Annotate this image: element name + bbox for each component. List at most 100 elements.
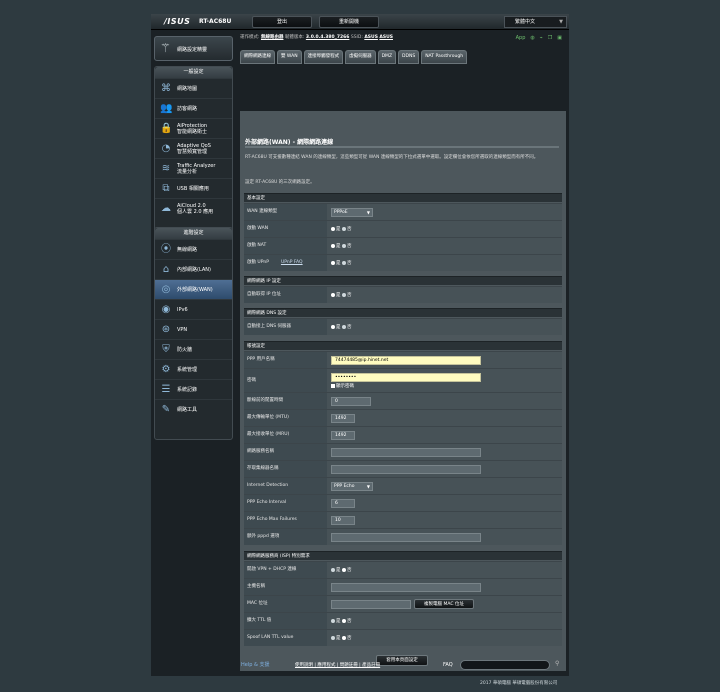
faq-search-input[interactable]: [460, 660, 550, 670]
ppp-user-input[interactable]: 74474485@ip.hinet.net: [331, 356, 481, 365]
advanced-menu: 進階設定 ⦿ 無線網路 ⌂ 內部網路(LAN) ◎ 外部網路(WAN) ◉ IPv6 ⊛ VPN ⛨…: [154, 227, 233, 440]
wan-type-value: PPPoE: [334, 210, 348, 215]
copy-icon[interactable]: ❐: [548, 32, 552, 44]
sidebar-general-item[interactable]: ⌘ 網路地圖: [155, 78, 232, 98]
row-echo-failures: PPP Echo Max Failures 10: [244, 511, 562, 528]
idle-input[interactable]: 0: [331, 397, 371, 406]
wan-type-select[interactable]: PPPoE ▼: [331, 208, 373, 217]
mtu-input[interactable]: 1492: [331, 414, 355, 423]
sidebar-advanced-item-label: 外部網路(WAN): [177, 286, 213, 293]
spoof-ttl-radio[interactable]: 是 否: [331, 634, 351, 643]
search-icon[interactable]: ⚲: [555, 660, 559, 667]
magic-wand-icon: ⚚: [160, 41, 171, 55]
sidebar-advanced-item[interactable]: ✎ 網路工具: [155, 399, 232, 419]
echo-failures-input[interactable]: 10: [331, 516, 355, 525]
sidebar-general-item[interactable]: 🔒 AiProtection 智能網路衛士: [155, 118, 232, 138]
password-input[interactable]: ••••••••: [331, 373, 481, 382]
tab-item[interactable]: 虛擬伺服器: [345, 50, 376, 64]
internet-detection-select[interactable]: PPP Echo ▼: [331, 482, 373, 491]
globe-icon[interactable]: ◍: [530, 32, 534, 44]
sidebar-general-item-label: 訪客網路: [177, 105, 198, 112]
tab-item[interactable]: NAT Passthrough: [421, 50, 468, 64]
mac-input[interactable]: [331, 600, 411, 609]
show-password-checkbox[interactable]: 顯示密碼: [331, 383, 354, 389]
enable-wan-radio[interactable]: 是 否: [331, 225, 351, 234]
sidebar-advanced-item[interactable]: ◎ 外部網路(WAN): [155, 279, 232, 299]
section-isp: 網際網路服務商 (ISP) 特別需求: [244, 551, 562, 560]
pppd-input[interactable]: [331, 533, 481, 542]
clone-mac-button[interactable]: 複製電腦 MAC 位址: [414, 599, 474, 609]
row-mtu: 最大傳輸單位 (MTU) 1492: [244, 409, 562, 426]
auto-ip-radio[interactable]: 是 否: [331, 291, 351, 300]
row-spoof-ttl: Spoof LAN TTL value 是 否: [244, 629, 562, 646]
chevron-down-icon: ▼: [559, 19, 563, 25]
no-label: 否: [346, 227, 352, 232]
yes-label: 是: [336, 293, 341, 298]
wan-icon: ◎: [161, 284, 171, 295]
sidebar-general-item[interactable]: ⧉ USB 相關應用: [155, 178, 232, 198]
host-name-input[interactable]: [331, 583, 481, 592]
row-wan-type: WAN 連線類型 PPPoE ▼: [244, 203, 562, 220]
logout-button[interactable]: 登出: [252, 16, 312, 28]
sidebar-general-item[interactable]: ◔ Adaptive QoS 智慧頻寬管理: [155, 138, 232, 158]
mtu-label: 最大傳輸單位 (MTU): [244, 410, 327, 426]
reboot-button[interactable]: 重新開機: [319, 16, 379, 28]
ssid-24g[interactable]: ASUS: [364, 35, 378, 40]
radio-icon: [341, 567, 346, 572]
upnp-faq-link[interactable]: UPnP FAQ: [281, 260, 303, 265]
vpn-dhcp-radio[interactable]: 是 否: [331, 566, 351, 575]
usb-icon[interactable]: ⌁: [540, 32, 543, 44]
mru-input[interactable]: 1492: [331, 431, 355, 440]
echo-interval-input[interactable]: 6: [331, 499, 355, 508]
ssid-5g[interactable]: ASUS: [379, 35, 393, 40]
echo-interval-label: PPP Echo Interval: [244, 495, 327, 511]
section-basic: 基本設定: [244, 193, 562, 202]
sidebar-advanced-item[interactable]: ☰ 系統記錄: [155, 379, 232, 399]
status-icons: App ◍ ⌁ ❐ ▣: [516, 32, 562, 44]
footer-links[interactable]: 使用說明 | 應用程式 | 問題註冊 | 產品註冊: [295, 662, 380, 668]
tab-item[interactable]: DDNS: [398, 50, 420, 64]
auto-dns-radio[interactable]: 是 否: [331, 323, 351, 332]
service-name-input[interactable]: [331, 448, 481, 457]
row-mru: 最大接收單位 (MRU) 1492: [244, 426, 562, 443]
enable-wan-label: 啟動 WAN: [244, 221, 327, 237]
radio-icon: [341, 635, 346, 640]
sidebar-advanced-item-label: VPN: [177, 326, 188, 333]
tab-item[interactable]: 雙 WAN: [277, 50, 302, 64]
general-menu: 一般設定 ⌘ 網路地圖 👥 訪客網路 🔒 AiProtection 智能網路衛士 ◔ Adap…: [154, 66, 233, 238]
enable-upnp-label: 啟動 UPnP UPnP FAQ: [244, 255, 327, 271]
tab-item[interactable]: DMZ: [377, 50, 397, 64]
enable-upnp-radio[interactable]: 是 否: [331, 259, 351, 268]
sidebar-advanced-item[interactable]: ⛨ 防火牆: [155, 339, 232, 359]
app-label[interactable]: App: [516, 32, 526, 44]
chevron-down-icon: ▼: [366, 484, 370, 489]
firmware-label: 韌體版本:: [284, 35, 305, 40]
radio-icon: [341, 260, 346, 265]
no-label: 否: [346, 261, 352, 266]
qis-button[interactable]: ⚚ 網路設定精靈: [154, 36, 233, 61]
ac-name-input[interactable]: [331, 465, 481, 474]
help-link[interactable]: Help & 支援: [241, 661, 269, 668]
sidebar-advanced-item[interactable]: ⊛ VPN: [155, 319, 232, 339]
sidebar-general-item[interactable]: ≋ Traffic Analyzer 流量分析: [155, 158, 232, 178]
sidebar-advanced-item[interactable]: ⌂ 內部網路(LAN): [155, 259, 232, 279]
mode-value[interactable]: 無線路由器: [261, 35, 284, 40]
yes-label: 是: [336, 244, 341, 249]
sidebar-advanced-item[interactable]: ◉ IPv6: [155, 299, 232, 319]
asus-logo: /ISUS: [164, 17, 191, 26]
firewall-icon: ⛨: [162, 344, 170, 355]
auto-dns-label: 自動接上 DNS 伺服器: [244, 319, 327, 335]
network-icon[interactable]: ▣: [557, 32, 562, 44]
enable-nat-radio[interactable]: 是 否: [331, 242, 351, 251]
sidebar-advanced-item[interactable]: ⦿ 無線網路: [155, 239, 232, 259]
row-ppp-user: PPP 用戶名稱 74474485@ip.hinet.net: [244, 351, 562, 368]
syslog-icon: ☰: [161, 384, 171, 395]
sidebar-advanced-item[interactable]: ⚙ 系統管理: [155, 359, 232, 379]
language-select[interactable]: 繁體中文 ▼: [504, 16, 567, 28]
ttl-radio[interactable]: 是 否: [331, 617, 351, 626]
tab-item[interactable]: 網際網路連線: [240, 50, 275, 64]
sidebar-general-item[interactable]: ☁ AiCloud 2.0 個人雲 2.0 應用: [155, 198, 232, 218]
sidebar-general-item[interactable]: 👥 訪客網路: [155, 98, 232, 118]
firmware-value[interactable]: 3.0.0.4.380_7266: [306, 35, 350, 40]
tab-item[interactable]: 連接埠觸發程式: [303, 50, 344, 64]
